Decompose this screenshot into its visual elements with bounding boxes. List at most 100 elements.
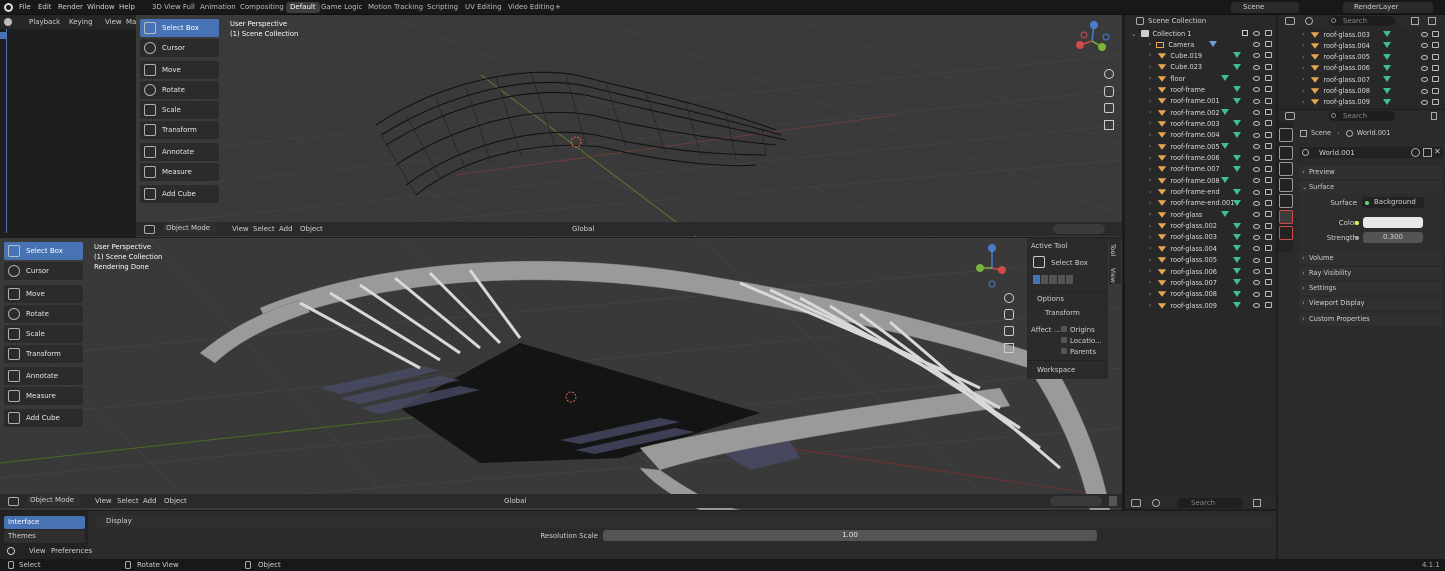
eye-icon[interactable] [1253,42,1260,47]
shading-buttons[interactable] [1050,496,1102,506]
pause-render-button[interactable] [1109,496,1117,506]
eye-icon[interactable] [1421,65,1428,71]
mesh-data-icon[interactable] [1233,268,1241,274]
display-mode-icon[interactable] [1152,499,1160,507]
eye-icon[interactable] [1253,144,1260,150]
orientation-selector[interactable]: Global [572,225,594,233]
scene-selector[interactable]: Scene [1231,2,1299,13]
render-icon[interactable] [1265,143,1272,150]
render-icon[interactable] [1265,245,1272,252]
mesh-data-icon[interactable] [1221,211,1229,218]
menu-add[interactable]: Add [143,497,157,505]
mesh-data-icon[interactable] [1233,245,1241,252]
add-workspace-button[interactable]: + [555,3,561,11]
eye-icon[interactable] [1253,166,1260,172]
mesh-data-icon[interactable] [1233,86,1241,93]
tool-transform[interactable]: Transform [4,345,83,363]
expand-arrow-icon[interactable]: › [1149,177,1151,184]
render-icon[interactable] [1265,177,1272,184]
mesh-data-icon[interactable] [1221,75,1229,82]
eye-icon[interactable] [1421,54,1428,60]
eye-icon[interactable] [1253,178,1260,184]
menu-edit[interactable]: Edit [38,3,52,11]
render-icon[interactable] [1265,188,1272,195]
menu-window[interactable]: Window [87,3,115,11]
expand-arrow-icon[interactable]: › [1302,31,1304,38]
outliner-item[interactable]: › Camera [1149,39,1249,50]
expand-arrow-icon[interactable]: › [1149,75,1151,82]
expand-arrow-icon[interactable]: › [1149,120,1151,127]
eye-icon[interactable] [1253,110,1260,116]
collection-row[interactable]: ⌄ Collection 1 [1131,28,1191,39]
outliner-item[interactable]: › floor [1149,73,1249,84]
mesh-data-icon[interactable] [1383,53,1391,60]
new-collection-icon[interactable] [1428,17,1436,25]
mesh-data-icon[interactable] [1233,97,1241,104]
view-layer-tab-icon[interactable] [1279,178,1293,192]
mesh-data-icon[interactable] [1233,199,1241,206]
properties-search[interactable]: Search [1329,111,1395,121]
render-icon[interactable] [1265,30,1272,36]
render-tab-icon[interactable] [1279,146,1293,160]
render-icon[interactable] [1265,86,1272,93]
menu-render[interactable]: Render [58,3,83,11]
panel-header[interactable]: ⌄ Surface [1299,181,1443,194]
render-icon[interactable] [1265,256,1272,263]
mesh-data-icon[interactable] [1233,131,1241,138]
view-layer-selector[interactable]: RenderLayer [1343,2,1433,13]
tool-measure[interactable]: Measure [140,163,219,181]
menu-select[interactable]: Select [253,225,275,233]
expand-arrow-icon[interactable]: › [1149,166,1151,173]
expand-arrow-icon[interactable]: › [1149,41,1151,48]
eye-icon[interactable] [1421,88,1428,94]
render-icon[interactable] [1265,41,1272,47]
grid-perspective-icon[interactable] [1004,343,1014,353]
render-icon[interactable] [1265,109,1272,116]
menu-add[interactable]: Add [279,225,293,233]
tab-uv-editing[interactable]: UV Editing [461,2,506,13]
eye-icon[interactable] [1253,200,1260,206]
tab-interface[interactable]: Interface [4,516,85,529]
tool-select-box[interactable]: Select Box [4,242,83,260]
render-icon[interactable] [1265,120,1272,127]
eye-icon[interactable] [1253,269,1260,274]
render-icon[interactable] [1265,222,1272,229]
collapse-arrow-icon[interactable]: ⌄ [1131,30,1137,38]
expand-arrow-icon[interactable]: › [1149,234,1151,241]
mesh-data-icon[interactable] [1233,52,1241,59]
locations-checkbox[interactable] [1061,337,1067,343]
render-icon[interactable] [1432,53,1439,60]
gear-icon[interactable] [7,547,15,555]
strength-field[interactable]: 0.300 [1363,232,1423,243]
resolution-scale-field[interactable]: 1.00 [603,530,1097,541]
eye-icon[interactable] [1253,189,1260,195]
mesh-data-icon[interactable] [1233,233,1241,240]
tab-scripting[interactable]: Scripting [423,2,462,13]
menu-view[interactable]: View [95,497,112,505]
expand-arrow-icon[interactable]: › [1302,76,1304,83]
menu-playback[interactable]: Playback [29,18,60,26]
expand-arrow-icon[interactable]: › [1149,86,1151,93]
render-icon[interactable] [1265,199,1272,206]
tool-scale[interactable]: Scale [4,325,83,343]
pin-icon[interactable] [1431,112,1437,120]
render-icon[interactable] [1265,75,1272,82]
texture-tab-icon[interactable] [1279,226,1293,240]
tab-compositing[interactable]: Compositing [236,2,288,13]
tab-tool[interactable]: Tool [1109,244,1116,256]
zoom-icon[interactable] [1104,69,1114,79]
menu-keying[interactable]: Keying [69,18,93,26]
mesh-data-icon[interactable] [1221,109,1229,116]
expand-arrow-icon[interactable]: › [1149,279,1151,286]
render-icon[interactable] [1265,211,1272,218]
mesh-data-icon[interactable] [1383,64,1391,71]
expand-arrow-icon[interactable]: › [1149,52,1151,59]
filter-icon[interactable] [1253,499,1261,507]
eye-icon[interactable] [1253,223,1260,229]
tool-measure[interactable]: Measure [4,387,83,405]
expand-arrow-icon[interactable]: › [1149,268,1151,275]
tab-view[interactable]: View [1109,268,1116,283]
world-datablock-field[interactable]: World.001 ✕ [1299,147,1443,158]
tab-default[interactable]: Default [286,2,320,13]
outliner-item[interactable]: › roof-glass.008 [1302,86,1370,97]
